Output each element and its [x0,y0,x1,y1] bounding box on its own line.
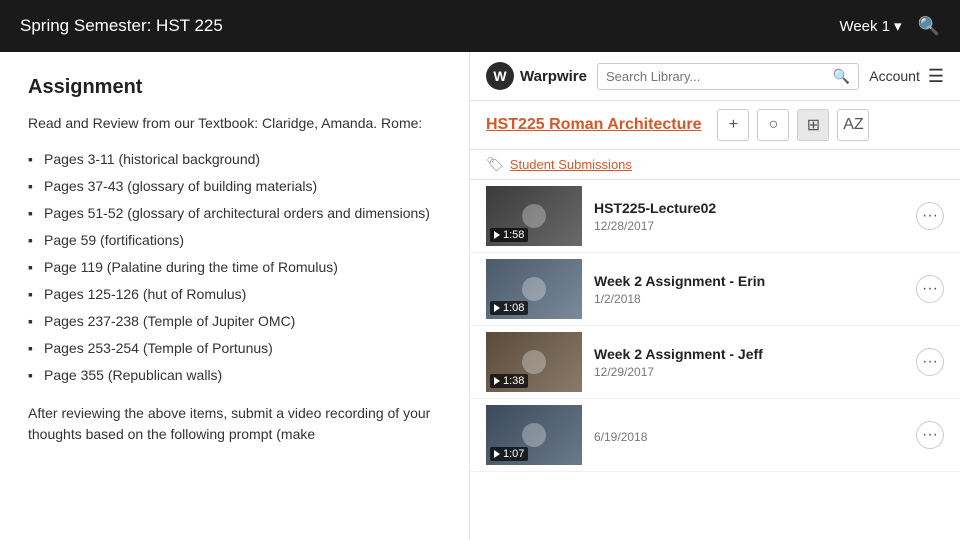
assignment-footer: After reviewing the above items, submit … [28,403,441,445]
account-label: Account [869,68,920,84]
list-item: Pages 125-126 (hut of Romulus) [28,281,441,308]
library-title: HST225 Roman Architecture [486,116,701,134]
video-duration: 1:08 [490,301,528,315]
video-list: 1:58 HST225-Lecture02 12/28/2017 ··· 1:0… [470,180,960,540]
video-more-button[interactable]: ··· [916,348,944,376]
video-item: 1:58 HST225-Lecture02 12/28/2017 ··· [470,180,960,253]
video-date: 1/2/2018 [594,292,904,306]
warpwire-logo-icon: W [486,62,514,90]
student-submissions-tag[interactable]: Student Submissions [510,157,632,172]
warpwire-header: W Warpwire 🔍 Account ☰ [470,52,960,101]
left-panel: Assignment Read and Review from our Text… [0,52,470,540]
warpwire-logo: W Warpwire [486,62,587,90]
account-button[interactable]: Account ☰ [869,66,944,87]
video-date: 6/19/2018 [594,430,904,444]
video-item: 1:07 6/19/2018 ··· [470,399,960,472]
tag-icon: 🏷 [486,156,504,173]
week-selector[interactable]: Week 1 ▾ [839,17,901,35]
video-duration: 1:58 [490,228,528,242]
assignment-list: Pages 3-11 (historical background) Pages… [28,146,441,389]
play-icon [494,450,500,458]
video-thumbnail: 1:08 [486,259,582,319]
search-icon: 🔍 [833,68,850,85]
list-item: Page 119 (Palatine during the time of Ro… [28,254,441,281]
video-item: 1:08 Week 2 Assignment - Erin 1/2/2018 ·… [470,253,960,326]
tags-row: 🏷 Student Submissions [470,150,960,180]
list-item: Page 59 (fortifications) [28,227,441,254]
video-more-button[interactable]: ··· [916,275,944,303]
list-item: Pages 51-52 (glossary of architectural o… [28,200,441,227]
main-layout: Assignment Read and Review from our Text… [0,52,960,540]
chevron-down-icon: ▾ [894,17,902,35]
video-date: 12/29/2017 [594,365,904,379]
video-more-button[interactable]: ··· [916,202,944,230]
video-title: Week 2 Assignment - Jeff [594,346,904,362]
library-title-bar: HST225 Roman Architecture + ○ ⊞ AZ [470,101,960,150]
play-icon [494,231,500,239]
video-info: HST225-Lecture02 12/28/2017 [594,200,904,233]
video-thumbnail: 1:38 [486,332,582,392]
video-date: 12/28/2017 [594,219,904,233]
search-box[interactable]: 🔍 [597,63,859,90]
video-item: 1:38 Week 2 Assignment - Jeff 12/29/2017… [470,326,960,399]
course-title: Spring Semester: HST 225 [20,16,223,36]
list-item: Pages 37-43 (glossary of building materi… [28,173,441,200]
assignment-heading: Assignment [28,76,441,99]
warpwire-logo-text: Warpwire [520,68,587,85]
add-button[interactable]: + [717,109,749,141]
search-input[interactable] [606,69,827,84]
az-sort-button[interactable]: AZ [837,109,869,141]
video-more-button[interactable]: ··· [916,421,944,449]
search-icon-top[interactable]: 🔍 [918,16,940,37]
video-duration: 1:07 [490,447,528,461]
list-item: Pages 237-238 (Temple of Jupiter OMC) [28,308,441,335]
video-thumbnail: 1:07 [486,405,582,465]
video-duration: 1:38 [490,374,528,388]
top-bar: Spring Semester: HST 225 Week 1 ▾ 🔍 [0,0,960,52]
play-icon [494,377,500,385]
grid-button[interactable]: ⊞ [797,109,829,141]
list-item: Pages 253-254 (Temple of Portunus) [28,335,441,362]
right-panel: W Warpwire 🔍 Account ☰ HST225 Roman Arch… [470,52,960,540]
circle-button[interactable]: ○ [757,109,789,141]
hamburger-icon: ☰ [928,66,944,87]
video-info: 6/19/2018 [594,427,904,444]
video-info: Week 2 Assignment - Jeff 12/29/2017 [594,346,904,379]
video-title: Week 2 Assignment - Erin [594,273,904,289]
video-title: HST225-Lecture02 [594,200,904,216]
assignment-intro: Read and Review from our Textbook: Clari… [28,113,441,134]
video-thumbnail: 1:58 [486,186,582,246]
list-item: Page 355 (Republican walls) [28,362,441,389]
play-icon [494,304,500,312]
list-item: Pages 3-11 (historical background) [28,146,441,173]
video-info: Week 2 Assignment - Erin 1/2/2018 [594,273,904,306]
top-bar-right: Week 1 ▾ 🔍 [839,16,940,37]
week-label: Week 1 [839,18,890,35]
